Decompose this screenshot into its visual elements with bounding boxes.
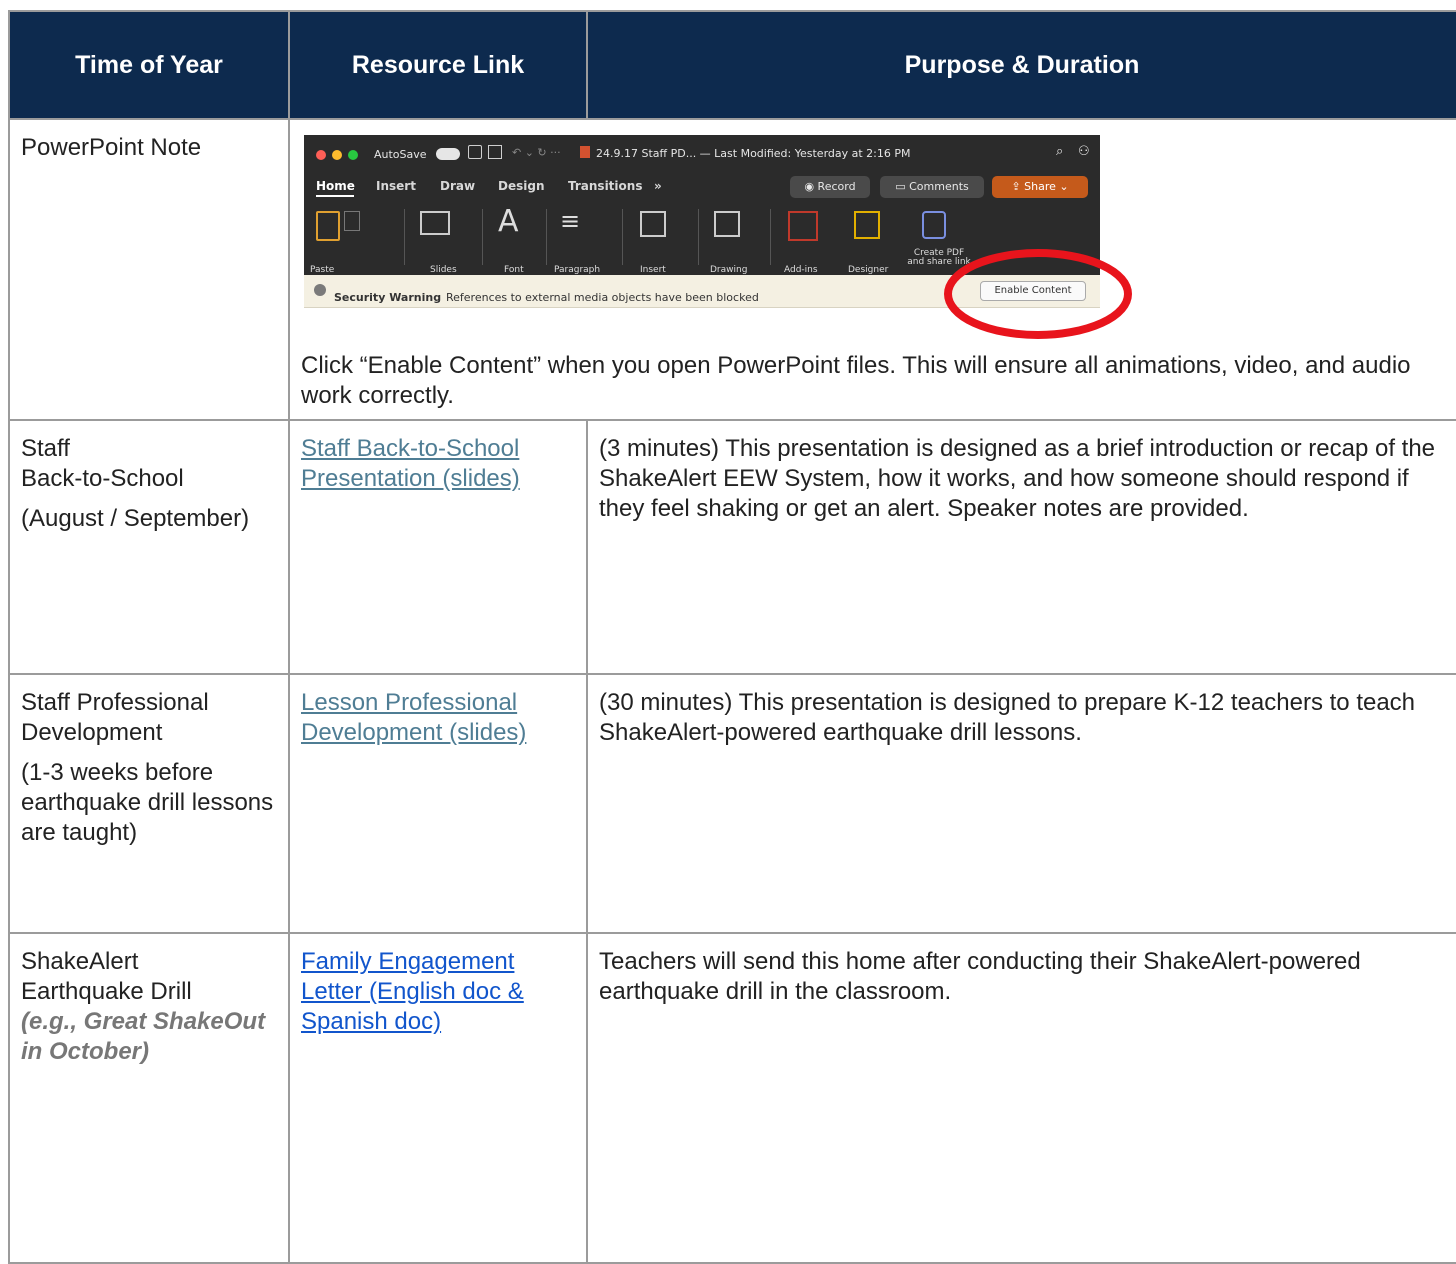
separator [770, 209, 771, 265]
highlight-circle [944, 249, 1132, 339]
record-label: Record [817, 180, 856, 193]
insert-icon [640, 211, 666, 237]
share-label: Share [1024, 180, 1056, 193]
table-row-powerpoint-note: PowerPoint Note AutoSave ↶ ⌄ ↻ ··· 24.9.… [8, 118, 1456, 421]
collaborate-icon: ⚇ [1078, 144, 1090, 159]
separator [622, 209, 623, 265]
paste-icon [316, 211, 340, 241]
table-row: ShakeAlert Earthquake Drill (e.g., Great… [8, 932, 1456, 1264]
cut-copy-icon [344, 211, 360, 231]
tab-home: Home [316, 179, 355, 193]
comments-button: ▭ Comments [880, 176, 984, 198]
add-ins-icon [788, 211, 818, 241]
autosave-label: AutoSave [374, 148, 427, 161]
time-of-year-note: (e.g., Great ShakeOut in October) [21, 1008, 266, 1065]
header-time-of-year: Time of Year [8, 10, 290, 120]
resource-link-cell: Family Engagement Letter (English doc & … [288, 932, 588, 1264]
separator [482, 209, 483, 265]
share-icon: ⇪ [1011, 180, 1025, 193]
powerpoint-ribbon-screenshot: AutoSave ↶ ⌄ ↻ ··· 24.9.17 Staff PD... —… [304, 135, 1132, 339]
minimize-dot-icon [332, 150, 342, 160]
purpose-cell: (3 minutes) This presentation is designe… [586, 419, 1456, 675]
save-icon [488, 145, 502, 159]
undo-redo-icon: ↶ ⌄ ↻ ··· [512, 146, 561, 159]
search-icon: ⌕ [1056, 144, 1064, 159]
resource-table: Time of Year Resource Link Purpose & Dur… [8, 10, 1456, 1264]
purpose-cell: (30 minutes) This presentation is design… [586, 673, 1456, 934]
maximize-dot-icon [348, 150, 358, 160]
font-icon: A [498, 204, 519, 239]
file-title: 24.9.17 Staff PD... — Last Modified: Yes… [596, 147, 911, 160]
security-warning-text: References to external media objects hav… [446, 291, 759, 304]
autosave-toggle-icon [436, 148, 460, 160]
table-row: Staff Professional Development (1-3 week… [8, 673, 1456, 934]
slides-icon [420, 211, 450, 235]
tab-draw: Draw [440, 179, 476, 193]
resource-link-cell: Lesson Professional Development (slides) [288, 673, 588, 934]
purpose-cell: Teachers will send this home after condu… [586, 932, 1456, 1264]
ppt-note-label: PowerPoint Note [21, 134, 202, 161]
header-purpose-duration: Purpose & Duration [586, 10, 1456, 120]
time-of-year-line: Staff Professional [21, 689, 209, 716]
header-row: Time of Year Resource Link Purpose & Dur… [8, 10, 1456, 120]
tab-design: Design [498, 179, 545, 193]
tab-insert: Insert [376, 179, 416, 193]
drawing-icon [714, 211, 740, 237]
home-icon [468, 145, 482, 159]
tab-transitions: Transitions [568, 179, 643, 193]
purpose-text: Teachers will send this home after condu… [599, 948, 1361, 1005]
time-of-year-cell: Staff Back-to-School (August / September… [8, 419, 290, 675]
security-warning-title: Security Warning [334, 291, 442, 304]
time-of-year-line: ShakeAlert [21, 948, 139, 975]
comments-label: Comments [909, 180, 969, 193]
warning-x-icon [314, 284, 326, 296]
time-of-year-note: (1-3 weeks before earthquake drill lesso… [21, 759, 274, 846]
time-of-year-line: Earthquake Drill [21, 978, 192, 1005]
time-of-year-line: Development [21, 719, 163, 746]
active-tab-indicator [316, 195, 354, 197]
time-of-year-line: Back-to-School [21, 465, 184, 492]
ppt-note-instruction: Click “Enable Content” when you open Pow… [301, 352, 1411, 409]
header-resource-link: Resource Link [288, 10, 588, 120]
time-of-year-cell: Staff Professional Development (1-3 week… [8, 673, 290, 934]
lesson-professional-development-link[interactable]: Lesson Professional Development (slides) [301, 689, 526, 746]
table-row: Staff Back-to-School (August / September… [8, 419, 1456, 675]
ppt-note-label-cell: PowerPoint Note [8, 118, 290, 421]
designer-icon [854, 211, 880, 239]
purpose-text: (3 minutes) This presentation is designe… [599, 435, 1436, 522]
purpose-text: (30 minutes) This presentation is design… [599, 689, 1416, 746]
separator [404, 209, 405, 265]
paragraph-icon: ≡ [560, 207, 581, 235]
time-of-year-cell: ShakeAlert Earthquake Drill (e.g., Great… [8, 932, 290, 1264]
share-button: ⇪ Share ⌄ [992, 176, 1088, 198]
create-pdf-icon [922, 211, 946, 239]
separator [698, 209, 699, 265]
separator [546, 209, 547, 265]
time-of-year-line: Staff [21, 435, 70, 462]
comment-icon: ▭ [895, 180, 910, 193]
ppt-note-content-cell: AutoSave ↶ ⌄ ↻ ··· 24.9.17 Staff PD... —… [288, 118, 1456, 421]
record-button: ◉ Record [790, 176, 870, 198]
time-of-year-note: (August / September) [21, 505, 250, 532]
pptx-file-icon [580, 146, 590, 158]
resource-link-cell: Staff Back-to-School Presentation (slide… [288, 419, 588, 675]
record-icon: ◉ [804, 180, 818, 193]
staff-back-to-school-link[interactable]: Staff Back-to-School Presentation (slide… [301, 435, 520, 492]
family-engagement-letter-link[interactable]: Family Engagement Letter (English doc & … [301, 948, 524, 1035]
close-dot-icon [316, 150, 326, 160]
tab-more: » [654, 179, 662, 193]
